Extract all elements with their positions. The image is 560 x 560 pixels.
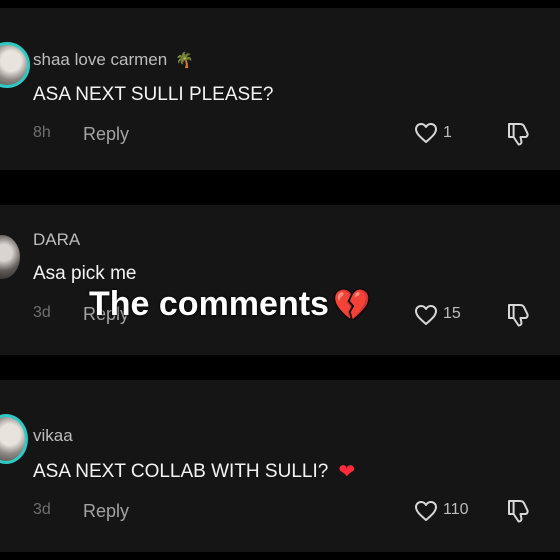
- avatar[interactable]: [0, 414, 28, 464]
- avatar[interactable]: [0, 42, 30, 88]
- reply-button[interactable]: Reply: [83, 501, 129, 522]
- username-text: DARA: [33, 230, 81, 249]
- thumbs-down-outline-icon[interactable]: [505, 121, 531, 147]
- heart-outline-icon[interactable]: [414, 500, 438, 522]
- comment-text: ASA NEXT COLLAB WITH SULLI? ❤: [33, 459, 355, 484]
- broken-heart-emoji: 💔: [332, 289, 371, 322]
- heart-outline-icon[interactable]: [414, 122, 438, 144]
- avatar[interactable]: [0, 235, 20, 279]
- comments-screen: shaa love carmen 🌴 ASA NEXT SULLI PLEASE?…: [0, 0, 560, 560]
- palm-tree-emoji: 🌴: [175, 52, 194, 69]
- username-text: vikaa: [33, 426, 73, 445]
- username-text: shaa love carmen: [33, 50, 168, 69]
- heart-outline-icon[interactable]: [414, 304, 438, 326]
- comment-card: DARA Asa pick me 3d Reply 15: [0, 205, 560, 355]
- comment-text: ASA NEXT SULLI PLEASE?: [33, 84, 274, 105]
- comment-username[interactable]: DARA: [33, 230, 80, 250]
- overlay-caption-text: The comments: [89, 285, 329, 323]
- thumbs-down-outline-icon[interactable]: [505, 302, 531, 328]
- comment-text-content: ASA NEXT COLLAB WITH SULLI?: [33, 461, 329, 482]
- comment-username[interactable]: vikaa: [33, 426, 73, 446]
- comment-time: 3d: [33, 501, 51, 518]
- comment-card: shaa love carmen 🌴 ASA NEXT SULLI PLEASE?…: [0, 8, 560, 170]
- reply-button[interactable]: Reply: [83, 124, 129, 145]
- like-count: 110: [443, 501, 469, 518]
- comment-username[interactable]: shaa love carmen 🌴: [33, 50, 194, 70]
- like-count: 1: [443, 124, 452, 141]
- thumbs-down-outline-icon[interactable]: [505, 498, 531, 524]
- comment-text: Asa pick me: [33, 263, 137, 284]
- red-heart-emoji: ❤: [338, 461, 356, 483]
- comment-card: vikaa ASA NEXT COLLAB WITH SULLI? ❤ 3d Re…: [0, 380, 560, 552]
- comment-time: 3d: [33, 304, 51, 321]
- comment-time: 8h: [33, 124, 51, 141]
- overlay-caption: The comments 💔: [89, 285, 370, 324]
- like-count: 15: [443, 305, 461, 322]
